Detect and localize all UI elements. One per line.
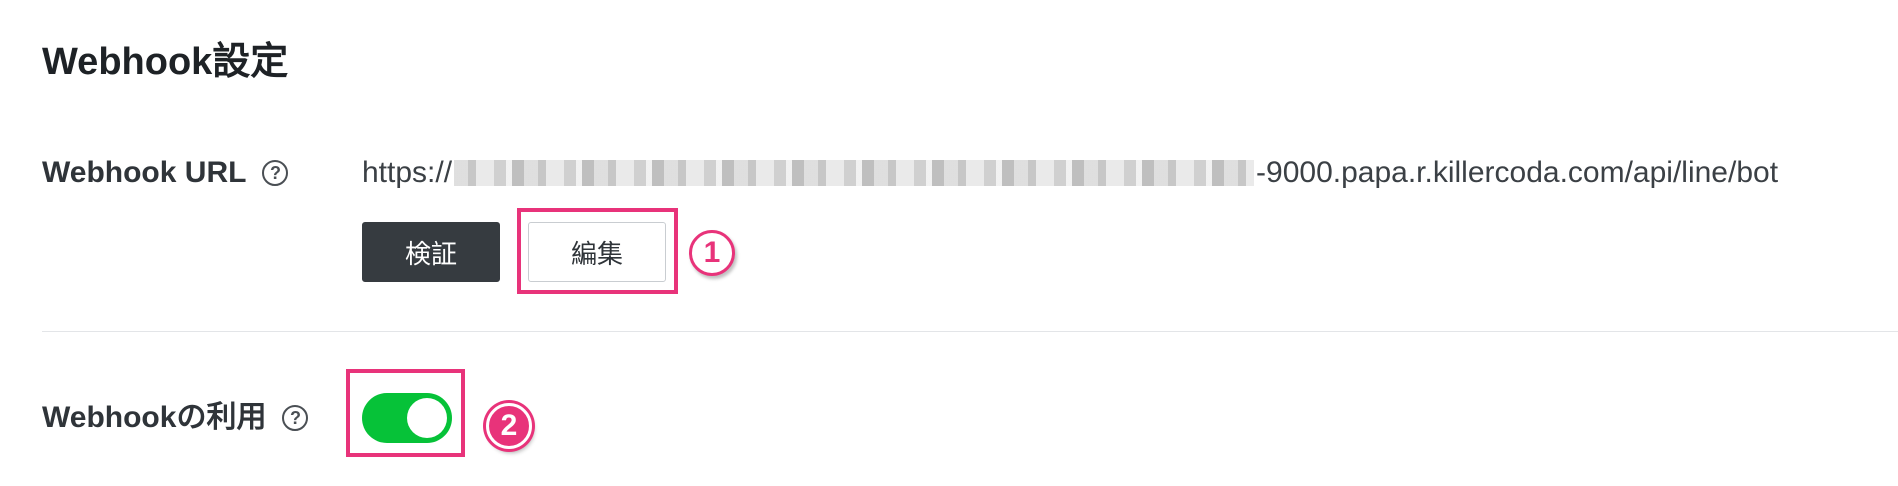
step-2-badge: 2 (486, 403, 532, 449)
redacted-url-segment (454, 160, 1255, 186)
url-prefix: https:// (362, 156, 453, 189)
help-icon[interactable]: ? (262, 160, 289, 186)
help-icon[interactable]: ? (282, 405, 309, 431)
toggle-knob (407, 398, 447, 438)
step-1-badge: 1 (689, 230, 735, 276)
verify-button[interactable]: 検証 (362, 222, 500, 282)
webhook-url-label: Webhook URL (42, 156, 247, 189)
url-suffix: -9000.papa.r.killercoda.com/api/line/bot (1256, 156, 1779, 189)
webhook-use-toggle[interactable] (362, 393, 452, 443)
webhook-url-label-row: Webhook URL ? (42, 155, 289, 191)
webhook-url-value: https:// -9000.papa.r.killercoda.com/api… (362, 154, 1778, 192)
webhook-use-label-row: Webhookの利用 ? (42, 400, 309, 436)
section-title: Webhook設定 (42, 41, 289, 83)
webhook-use-label: Webhookの利用 (42, 401, 267, 434)
edit-button[interactable]: 編集 (528, 222, 666, 282)
divider (42, 331, 1898, 332)
